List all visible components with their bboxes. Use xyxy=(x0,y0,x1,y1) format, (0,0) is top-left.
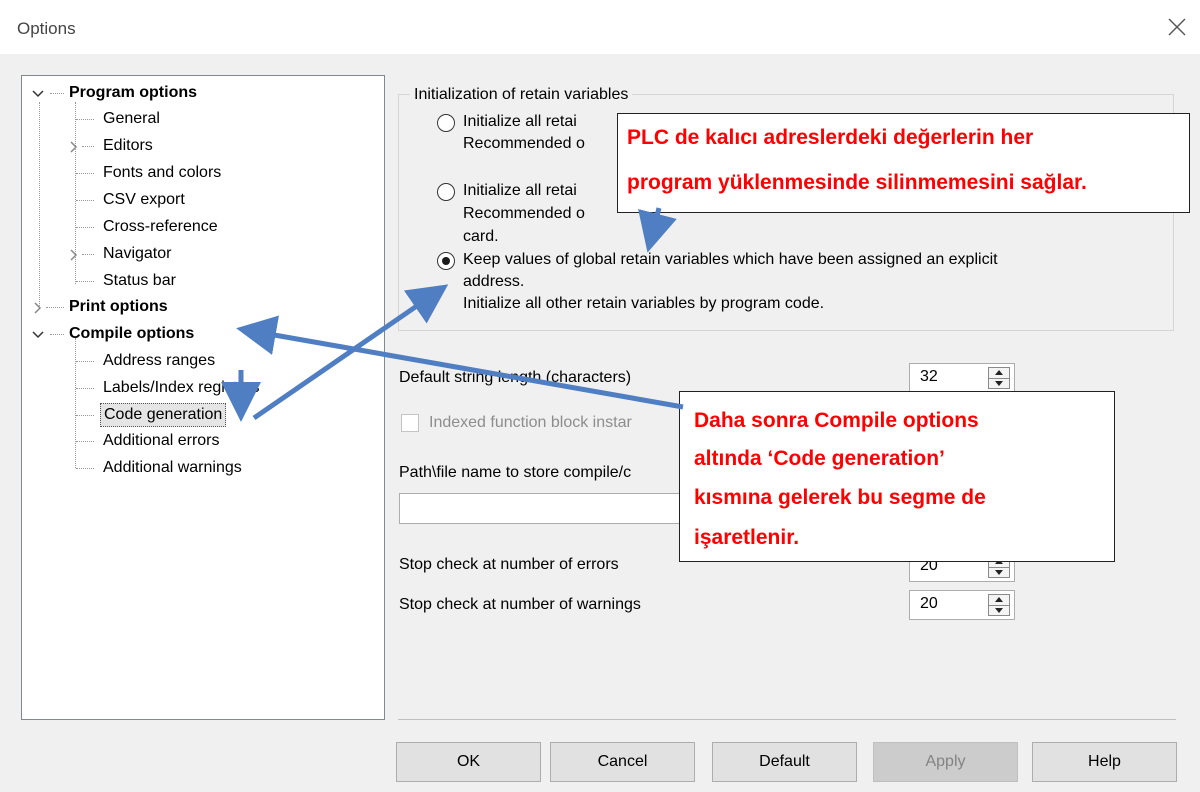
tree-item-label: Editors xyxy=(103,137,153,154)
tree-item-fonts-and-colors[interactable]: Fonts and colors xyxy=(22,160,362,186)
radio-option-2-line1: Initialize all retai xyxy=(463,182,577,199)
annotation-callout-compile: Daha sonra Compile options altında ‘Code… xyxy=(679,391,1115,562)
help-button[interactable]: Help xyxy=(1032,742,1177,782)
default-button[interactable]: Default xyxy=(712,742,857,782)
arrow-up-icon xyxy=(995,370,1003,375)
options-tree[interactable]: Program options General Editors Fonts an… xyxy=(21,75,385,720)
arrow-down-icon xyxy=(995,570,1003,575)
tree-item-label: General xyxy=(103,110,160,127)
tree-item-label: Address ranges xyxy=(103,352,216,369)
radio-option-3-line2: address. xyxy=(463,273,525,290)
tree-item-labels-index-registers[interactable]: Labels/Index registers xyxy=(22,375,362,401)
cancel-button[interactable]: Cancel xyxy=(550,742,695,782)
close-icon[interactable] xyxy=(1166,16,1188,38)
arrow-up-icon xyxy=(995,597,1003,602)
tree-item-label: Program options xyxy=(69,84,198,101)
radio-option-2-line3: card. xyxy=(463,228,499,245)
arrow-down-icon xyxy=(995,381,1003,386)
indexed-fb-label: Indexed function block instar xyxy=(429,414,632,431)
spin-buttons[interactable] xyxy=(988,594,1010,616)
tree-item-label: Cross-reference xyxy=(103,218,218,235)
callout-line: PLC de kalıcı adreslerdeki değerlerin he… xyxy=(627,126,1034,149)
radio-option-2-line2: Recommended o xyxy=(463,205,585,222)
tree-item-print-options[interactable]: Print options xyxy=(22,294,362,320)
annotation-callout-retain: PLC de kalıcı adreslerdeki değerlerin he… xyxy=(617,113,1190,213)
stop-warnings-stepper[interactable]: 20 xyxy=(909,590,1015,620)
tree-item-csv-export[interactable]: CSV export xyxy=(22,187,362,213)
tree-item-code-generation[interactable]: Code generation xyxy=(22,402,362,428)
tree-item-general[interactable]: General xyxy=(22,106,362,132)
tree-item-label: Navigator xyxy=(103,245,172,262)
callout-line: program yüklenmesinde silinmemesini sağl… xyxy=(627,171,1087,194)
tree-item-label: Compile options xyxy=(69,325,195,342)
callout-line: Daha sonra Compile options xyxy=(694,409,979,432)
tree-item-label: Code generation xyxy=(100,403,227,427)
tree-item-cross-reference[interactable]: Cross-reference xyxy=(22,214,362,240)
radio-option-1[interactable] xyxy=(437,114,455,132)
indexed-fb-checkbox[interactable] xyxy=(401,414,419,432)
tree-item-label: Additional warnings xyxy=(103,459,242,476)
stop-warnings-label: Stop check at number of warnings xyxy=(399,596,641,613)
tree-item-label: CSV export xyxy=(103,191,185,208)
apply-button[interactable]: Apply xyxy=(873,742,1018,782)
stepper-value: 20 xyxy=(920,595,938,612)
tree-item-label: Fonts and colors xyxy=(103,164,222,181)
tree-item-label: Additional errors xyxy=(103,432,220,449)
title-bar xyxy=(0,0,1200,54)
tree-item-compile-options[interactable]: Compile options xyxy=(22,321,362,347)
chevron-down-icon[interactable] xyxy=(32,329,44,341)
stepper-value: 32 xyxy=(920,368,938,385)
tree-item-additional-warnings[interactable]: Additional warnings xyxy=(22,455,362,481)
ok-button[interactable]: OK xyxy=(396,742,541,782)
tree-item-navigator[interactable]: Navigator xyxy=(22,241,362,267)
tree-item-additional-errors[interactable]: Additional errors xyxy=(22,428,362,454)
callout-line: altında ‘Code generation’ xyxy=(694,447,945,470)
chevron-down-icon[interactable] xyxy=(32,88,44,100)
group-title: Initialization of retain variables xyxy=(410,85,633,105)
chevron-right-icon[interactable] xyxy=(32,302,44,314)
arrow-down-icon xyxy=(995,608,1003,613)
stop-errors-label: Stop check at number of errors xyxy=(399,556,619,573)
radio-option-3-line1: Keep values of global retain variables w… xyxy=(463,251,998,268)
default-string-length-stepper[interactable]: 32 xyxy=(909,363,1015,393)
radio-option-1-line2: Recommended o xyxy=(463,135,585,152)
radio-option-2[interactable] xyxy=(437,183,455,201)
window-title: Options xyxy=(17,19,76,38)
button-separator xyxy=(398,719,1176,720)
tree-item-label: Status bar xyxy=(103,272,176,289)
path-label: Path\file name to store compile/c xyxy=(399,464,632,481)
tree-item-address-ranges[interactable]: Address ranges xyxy=(22,348,362,374)
radio-option-3[interactable] xyxy=(437,252,455,270)
chevron-right-icon[interactable] xyxy=(68,249,80,261)
radio-option-3-line3: Initialize all other retain variables by… xyxy=(463,295,825,312)
tree-item-program-options[interactable]: Program options xyxy=(22,80,362,106)
tree-item-label: Labels/Index registers xyxy=(103,379,260,396)
tree-item-status-bar[interactable]: Status bar xyxy=(22,268,362,294)
chevron-right-icon[interactable] xyxy=(68,141,80,153)
tree-item-label: Print options xyxy=(69,298,168,315)
callout-line: kısmına gelerek bu segme de xyxy=(694,486,986,509)
spin-buttons[interactable] xyxy=(988,367,1010,389)
default-string-length-label: Default string length (characters) xyxy=(399,369,632,386)
callout-line: işaretlenir. xyxy=(694,526,800,549)
radio-option-1-line1: Initialize all retai xyxy=(463,113,577,130)
tree-item-editors[interactable]: Editors xyxy=(22,133,362,159)
